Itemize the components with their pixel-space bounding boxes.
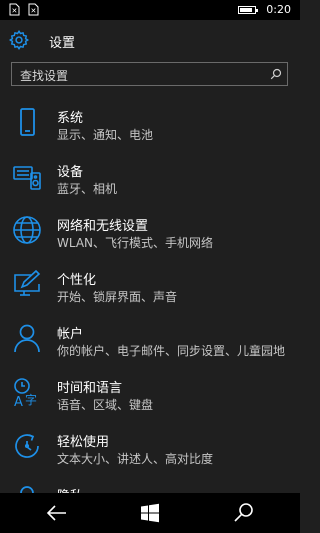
no-sim-icon: ✕ bbox=[9, 3, 20, 16]
settings-item-time-language[interactable]: A 字 时间和语言 语音、区域、键盘 bbox=[0, 366, 300, 420]
gear-icon bbox=[8, 29, 30, 51]
time-language-icon: A 字 bbox=[14, 378, 37, 408]
search-icon[interactable] bbox=[231, 501, 257, 525]
item-subtitle: 语音、区域、键盘 bbox=[57, 398, 154, 412]
item-subtitle: 显示、通知、电池 bbox=[57, 128, 154, 142]
item-title: 设备 bbox=[57, 165, 84, 180]
keyboard-speaker-icon bbox=[13, 166, 41, 190]
item-subtitle: 开始、锁屏界面、声音 bbox=[57, 290, 178, 304]
settings-item-personalization[interactable]: 个性化 开始、锁屏界面、声音 bbox=[0, 258, 300, 312]
item-title: 时间和语言 bbox=[57, 381, 123, 396]
no-sim-icon-2: ✕ bbox=[28, 3, 39, 16]
item-subtitle: 文本大小、讲述人、高对比度 bbox=[57, 452, 214, 466]
windows-logo-icon[interactable] bbox=[137, 501, 163, 525]
battery-level bbox=[240, 8, 252, 12]
ease-of-access-icon bbox=[15, 434, 39, 458]
item-title: 系统 bbox=[57, 111, 84, 126]
item-subtitle: WLAN、飞行模式、手机网络 bbox=[57, 236, 214, 250]
item-title: 网络和无线设置 bbox=[57, 219, 149, 234]
settings-item-system[interactable]: 系统 显示、通知、电池 bbox=[0, 96, 300, 150]
item-subtitle: 蓝牙、相机 bbox=[57, 182, 118, 196]
globe-icon bbox=[13, 216, 41, 244]
search-icon[interactable] bbox=[270, 68, 282, 80]
svg-text:字: 字 bbox=[25, 392, 37, 407]
svg-text:✕: ✕ bbox=[31, 7, 37, 15]
phone-icon bbox=[20, 108, 35, 136]
person-icon bbox=[14, 324, 40, 353]
back-arrow-icon[interactable] bbox=[44, 501, 70, 525]
battery-icon bbox=[238, 6, 258, 14]
settings-item-accounts[interactable]: 帐户 你的帐户、电子邮件、同步设置、儿童园地 bbox=[0, 312, 300, 366]
item-title: 帐户 bbox=[57, 327, 84, 342]
settings-item-devices[interactable]: 设备 蓝牙、相机 bbox=[0, 150, 300, 204]
item-title: 轻松使用 bbox=[57, 435, 110, 450]
page-header: 设置 bbox=[0, 20, 300, 60]
item-subtitle: 你的帐户、电子邮件、同步设置、儿童园地 bbox=[57, 344, 286, 358]
page-title: 设置 bbox=[49, 36, 76, 51]
search-placeholder: 查找设置 bbox=[20, 69, 69, 83]
clock: 0:20 bbox=[266, 3, 291, 16]
search-input[interactable]: 查找设置 bbox=[11, 62, 288, 86]
monitor-pen-icon bbox=[14, 269, 41, 296]
navigation-bar bbox=[0, 493, 300, 533]
settings-item-network[interactable]: 网络和无线设置 WLAN、飞行模式、手机网络 bbox=[0, 204, 300, 258]
status-bar: ✕ ✕ 0:20 bbox=[0, 0, 300, 20]
item-title: 个性化 bbox=[57, 273, 97, 288]
svg-text:✕: ✕ bbox=[12, 7, 18, 15]
svg-text:A: A bbox=[14, 395, 23, 408]
settings-item-ease-of-access[interactable]: 轻松使用 文本大小、讲述人、高对比度 bbox=[0, 420, 300, 474]
